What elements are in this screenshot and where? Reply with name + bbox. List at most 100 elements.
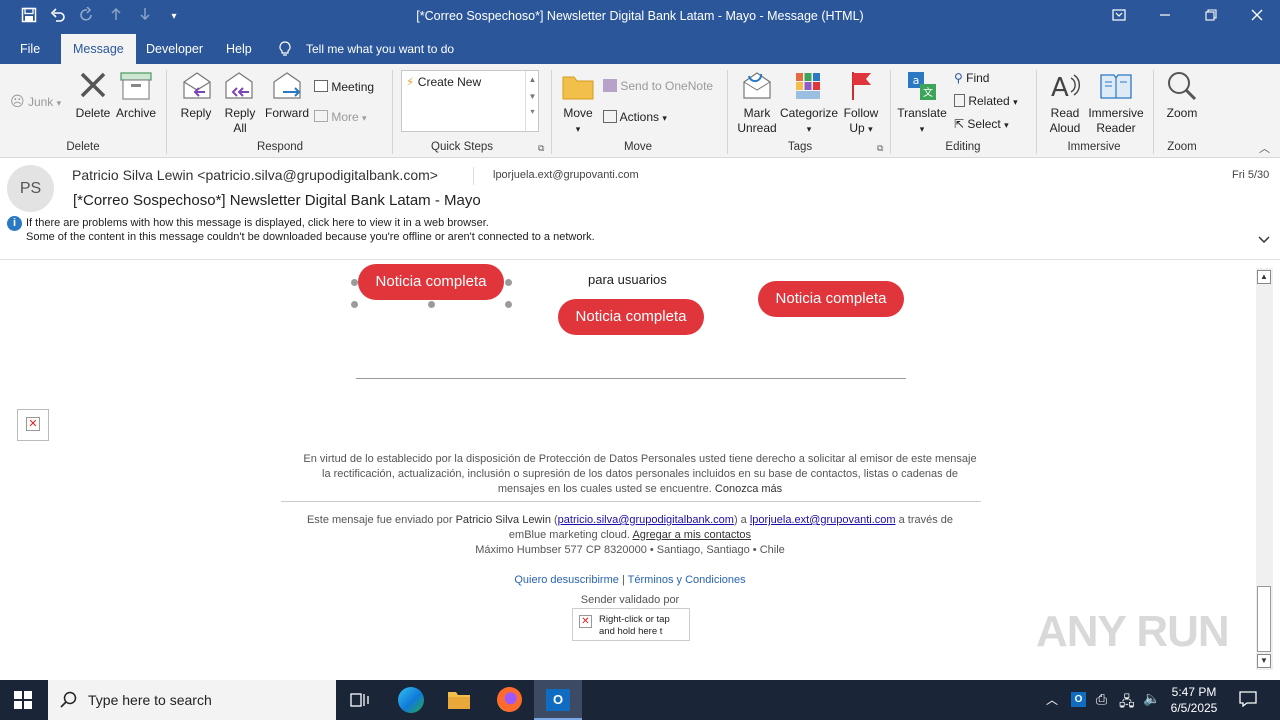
quick-steps-launcher-icon[interactable]: ⧉ (538, 143, 544, 154)
selection-handle[interactable] (351, 301, 358, 308)
outlook-tray-icon[interactable]: O (1071, 692, 1086, 707)
selection-handle[interactable] (351, 279, 358, 286)
learn-more-link[interactable]: Conozca más (715, 483, 782, 495)
notifications-icon[interactable] (1239, 690, 1257, 711)
sent-by-line: Este mensaje fue enviado por Patricio Si… (306, 514, 954, 526)
meeting-button[interactable]: Meeting (314, 78, 374, 96)
full-news-button-1[interactable]: Noticia completa (358, 264, 504, 300)
reply-button[interactable]: Reply (176, 106, 216, 121)
broken-image: ✕ (17, 409, 49, 441)
legal-notice-line-3: mensajes en los cuales usted se encuentr… (497, 483, 783, 495)
validation-badge-placeholder[interactable]: ✕ Right-click or tap and hold here t (572, 608, 690, 641)
scroll-thumb[interactable] (1257, 586, 1271, 652)
terms-link[interactable]: Términos y Condiciones (628, 574, 746, 586)
sender[interactable]: Patricio Silva Lewin <patricio.silva@gru… (72, 167, 438, 183)
read-aloud-button[interactable]: Read Aloud (1042, 106, 1088, 136)
subject: [*Correo Sospechoso*] Newsletter Digital… (73, 192, 481, 209)
junk-icon: ☹ (10, 93, 25, 109)
more-icon (314, 110, 328, 122)
mark-unread-button[interactable]: Mark Unread (734, 106, 780, 136)
group-editing-label: Editing (945, 141, 981, 153)
reply-all-button[interactable]: Reply All (220, 106, 260, 136)
recipient[interactable]: lporjuela.ext@grupovanti.com (493, 169, 639, 181)
restore-icon[interactable] (1196, 4, 1226, 28)
task-view-icon[interactable] (350, 691, 370, 712)
quick-step-create-new[interactable]: ⚡ Create New (406, 75, 481, 89)
ribbon-display-options-icon[interactable] (1104, 4, 1134, 28)
collapse-ribbon-icon[interactable]: ︿ (1259, 140, 1270, 156)
svg-text:文: 文 (923, 86, 933, 99)
forward-button[interactable]: Forward (262, 106, 312, 121)
ribbon-separator (1153, 70, 1154, 154)
edge-browser-icon[interactable] (398, 687, 424, 713)
recipient-email-link[interactable]: lporjuela.ext@grupovanti.com (750, 514, 896, 526)
move-button[interactable]: Move ▾ (556, 106, 600, 137)
send-to-onenote-button[interactable]: Send to OneNote (603, 77, 713, 95)
quick-steps-scroll[interactable]: ▲ ▼ ▾ (525, 71, 539, 131)
select-button[interactable]: ⇱ Select ▾ (954, 115, 1009, 133)
ribbon-tab-bar: File Message Developer Help Tell me what… (0, 34, 1280, 64)
close-icon[interactable] (1242, 4, 1272, 28)
cursor-icon: ⇱ (954, 117, 965, 131)
tab-developer[interactable]: Developer (134, 34, 215, 64)
lightning-icon: ⚡ (406, 75, 415, 89)
zoom-button[interactable]: Zoom (1160, 106, 1204, 121)
unsubscribe-link[interactable]: Quiero desuscribirme (514, 574, 619, 586)
follow-up-button[interactable]: Follow Up ▾ (838, 106, 884, 137)
categorize-button[interactable]: Categorize ▾ (780, 106, 838, 137)
postal-address: Máximo Humbser 577 CP 8320000 • Santiago… (475, 544, 785, 556)
sender-email-link[interactable]: patricio.silva@grupodigitalbank.com (558, 514, 734, 526)
delete-button[interactable]: Delete (72, 106, 114, 121)
volume-icon[interactable]: 🔈 (1143, 690, 1160, 707)
expand-header-icon[interactable] (1258, 232, 1270, 248)
add-contacts-link[interactable]: Agregar a mis contactos (632, 529, 751, 541)
tab-file[interactable]: File (8, 34, 52, 64)
taskbar-search-box[interactable]: Type here to search (48, 680, 336, 720)
junk-button[interactable]: ☹ Junk ▾ (10, 92, 61, 110)
scroll-down-icon[interactable]: ▼ (1257, 654, 1271, 668)
forward-icon (271, 70, 305, 105)
ribbon-separator (727, 70, 728, 154)
full-news-button-3[interactable]: Noticia completa (758, 281, 904, 317)
ribbon-separator (551, 70, 552, 154)
group-delete-label: Delete (66, 141, 100, 153)
calendar-icon (314, 80, 328, 92)
actions-button[interactable]: Actions ▾ (603, 108, 667, 126)
file-explorer-icon[interactable] (447, 689, 471, 714)
watermark: ANY RUN (1036, 607, 1230, 656)
selection-handle[interactable] (428, 301, 435, 308)
title-bar: ▾ [*Correo Sospechoso*] Newsletter Digit… (0, 0, 1280, 34)
ribbon-separator (392, 70, 393, 154)
move-folder-icon (562, 72, 594, 103)
archive-button[interactable]: Archive (114, 106, 158, 121)
full-news-button-2[interactable]: Noticia completa (558, 299, 704, 335)
quick-steps-gallery[interactable]: ⚡ Create New ▲ ▼ ▾ (401, 70, 539, 132)
scroll-up-icon[interactable]: ▲ (1257, 270, 1271, 284)
minimize-icon[interactable] (1150, 4, 1180, 28)
info-bar-browser[interactable]: If there are problems with how this mess… (26, 217, 489, 229)
selection-handle[interactable] (505, 301, 512, 308)
outlook-taskbar-button[interactable]: O (534, 680, 582, 720)
info-bar-offline: Some of the content in this message coul… (26, 231, 595, 243)
tray-overflow-icon[interactable]: ︿ (1046, 691, 1058, 708)
translate-button[interactable]: Translate ▾ (896, 106, 948, 137)
system-clock[interactable]: 5:47 PM 6/5/2025 (1166, 684, 1222, 716)
immersive-reader-button[interactable]: Immersive Reader (1086, 106, 1146, 136)
tell-me-search[interactable]: Tell me what you want to do (306, 42, 454, 56)
lightbulb-icon (278, 41, 292, 60)
group-tags-label: Tags (787, 141, 813, 153)
find-button[interactable]: ⚲ Find (954, 69, 989, 87)
firefox-icon[interactable] (497, 687, 522, 712)
device-icon[interactable]: ⎙ (1096, 691, 1107, 708)
network-icon[interactable]: 🖧 (1119, 691, 1135, 715)
actions-icon (603, 110, 617, 123)
tab-help[interactable]: Help (214, 34, 264, 64)
windows-start-icon[interactable] (14, 691, 32, 712)
more-respond-button[interactable]: More ▾ (314, 108, 367, 126)
related-button[interactable]: Related ▾ (954, 92, 1018, 110)
vertical-scrollbar[interactable]: ▲ ▼ (1256, 268, 1273, 670)
selection-handle[interactable] (505, 279, 512, 286)
ribbon: ☹ Junk ▾ Delete Archive Delete Reply Rep… (0, 64, 1280, 158)
tags-launcher-icon[interactable]: ⧉ (877, 143, 883, 154)
tab-message[interactable]: Message (61, 34, 136, 64)
